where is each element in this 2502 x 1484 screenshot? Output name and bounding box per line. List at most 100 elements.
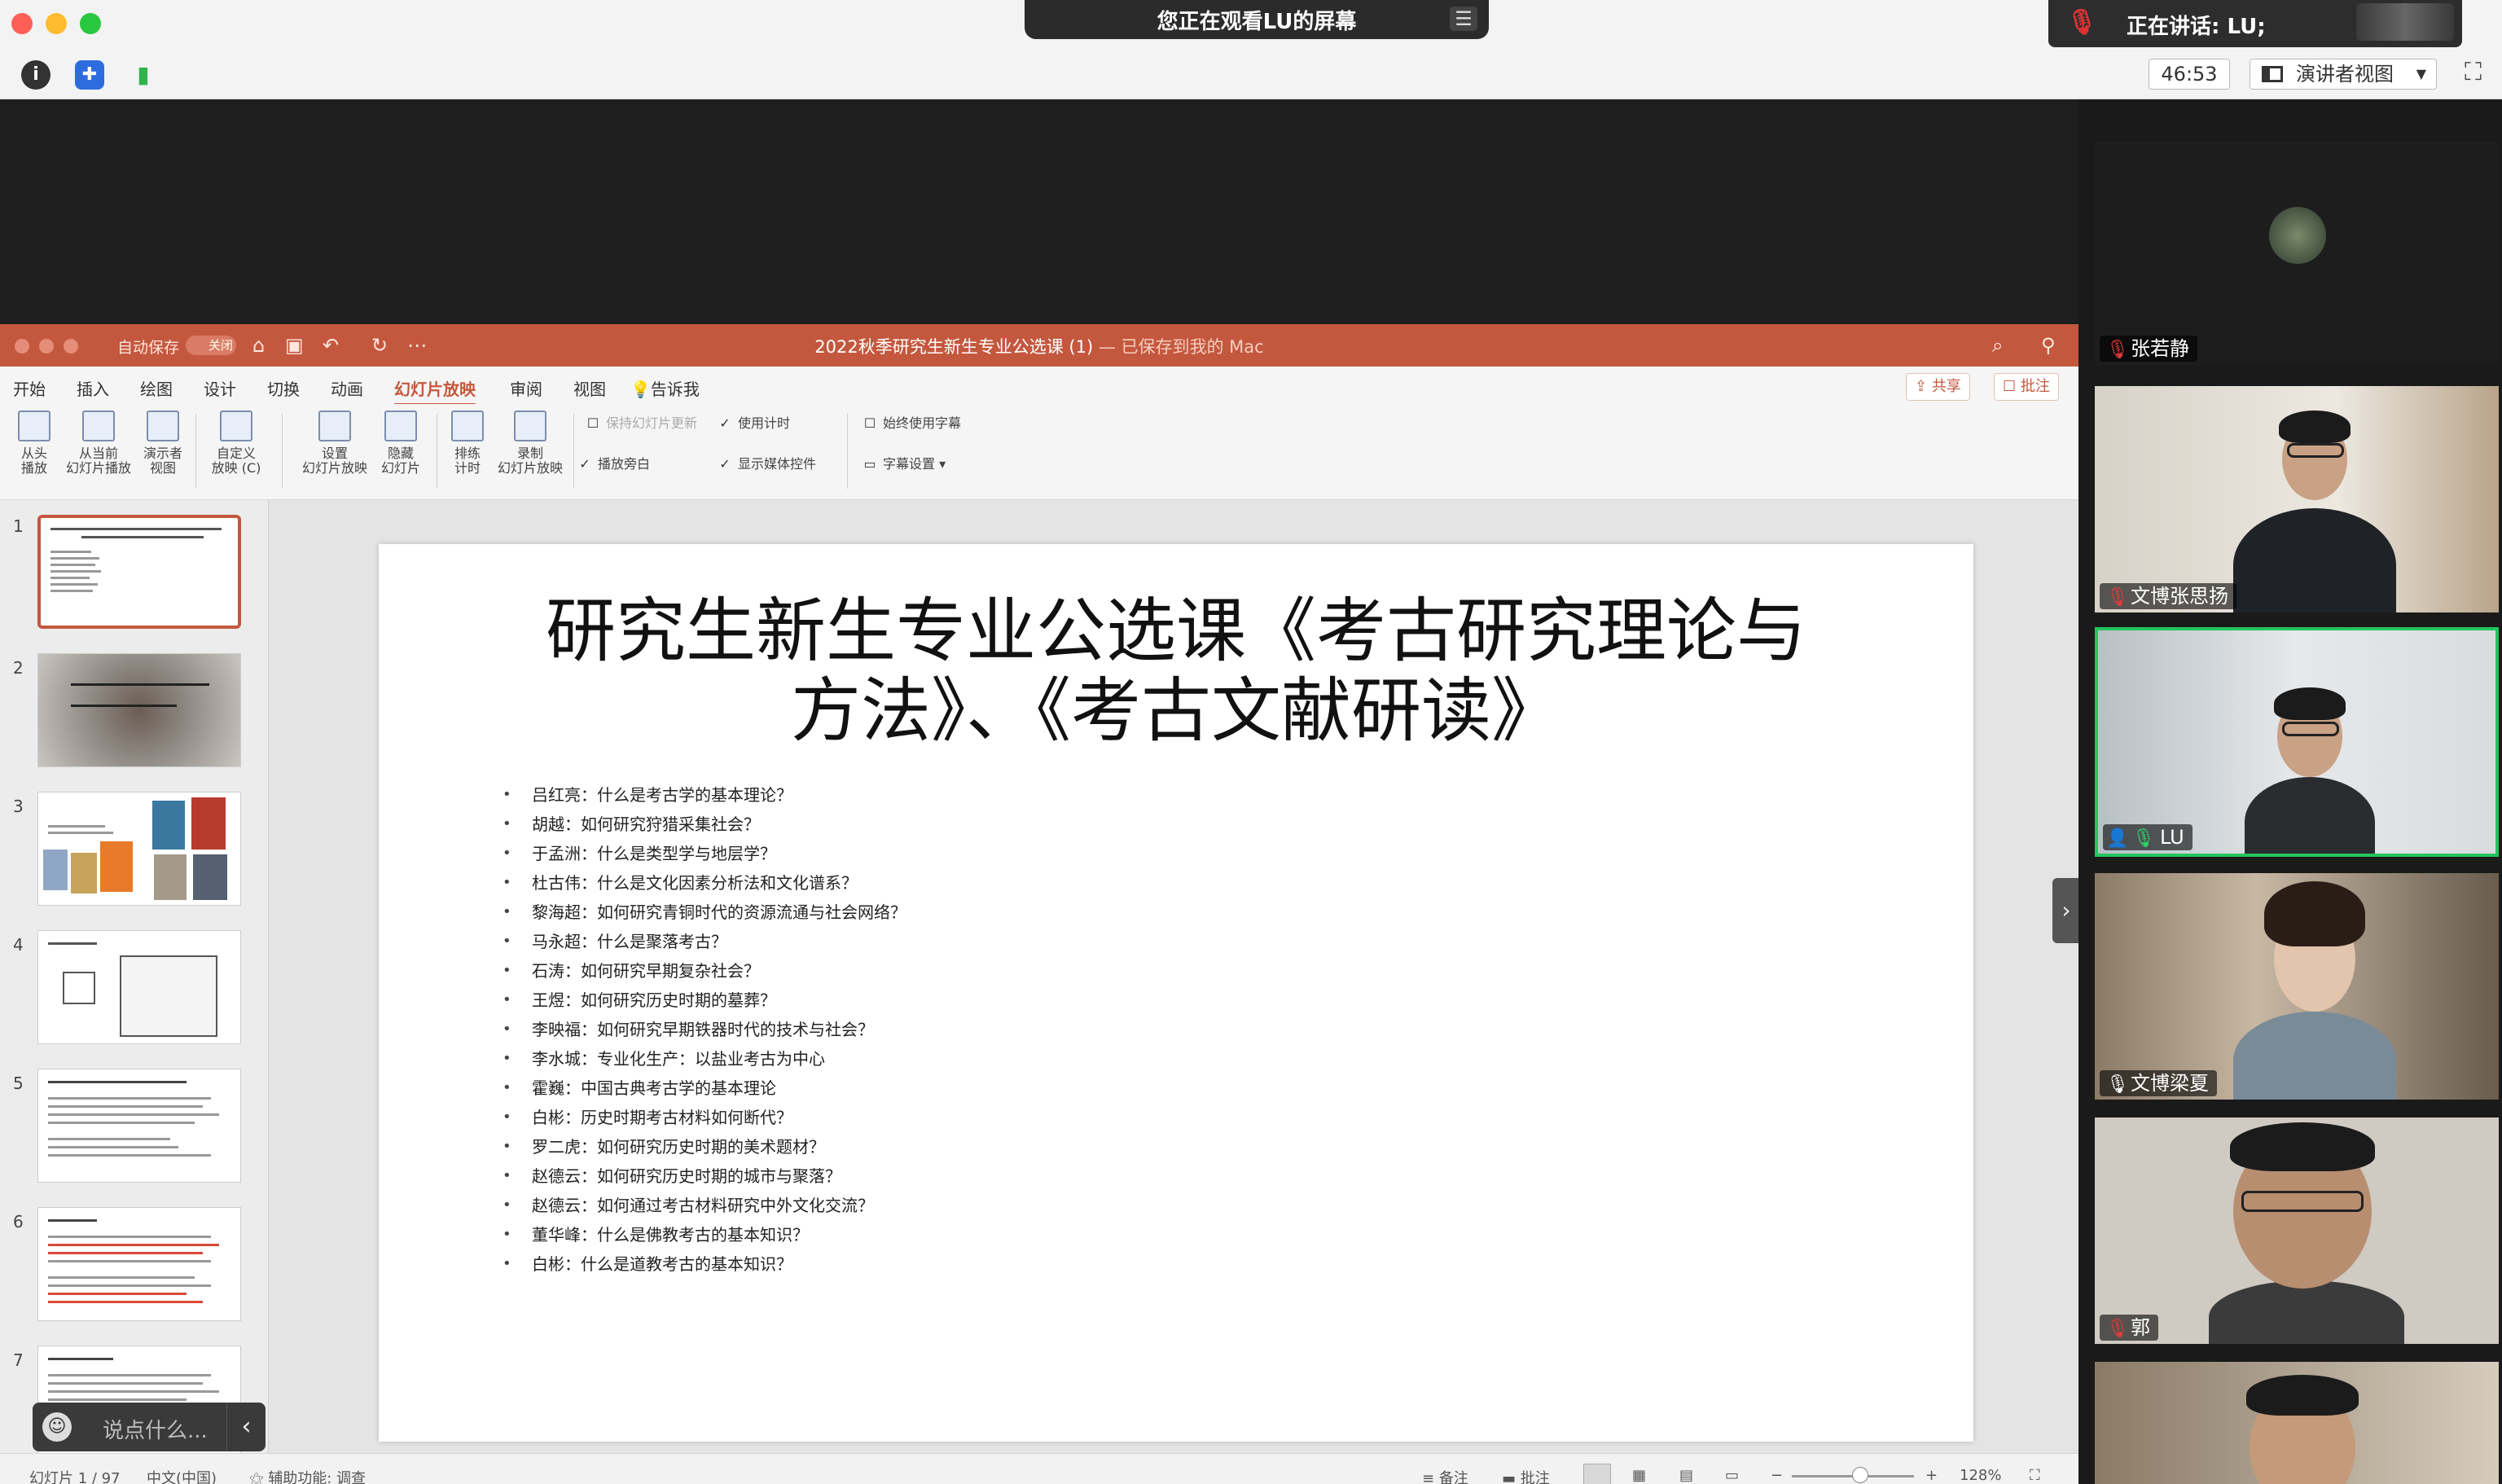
participant-tile[interactable]: 🎙 张若静 xyxy=(2095,142,2499,365)
participant-tile[interactable]: 🎙 郭 xyxy=(2095,1117,2499,1344)
zoom-slider-handle[interactable] xyxy=(1852,1467,1868,1483)
tab-transitions[interactable]: 切换 xyxy=(267,376,300,400)
tab-animations[interactable]: 动画 xyxy=(331,376,363,400)
video-glasses xyxy=(2241,1191,2364,1212)
keep-updated-checkbox[interactable]: ☐ 保持幻灯片更新 xyxy=(586,412,697,432)
tab-tell-me[interactable]: 💡告诉我 xyxy=(630,376,700,400)
comments-button[interactable]: ☐ 批注 xyxy=(1994,373,2059,401)
view-mode-dropdown[interactable]: 演讲者视图 ▼ xyxy=(2250,59,2437,90)
play-from-current-button[interactable]: 从当前 幻灯片播放 xyxy=(62,411,135,476)
list-item: 赵德云：如何通过考古材料研究中外文化交流？ xyxy=(503,1191,906,1220)
participant-tile[interactable]: 🎙 文博张思扬 xyxy=(2095,386,2499,612)
fullscreen-icon[interactable]: ⛶ xyxy=(2465,60,2491,86)
slide-sorter-icon[interactable]: ▦ xyxy=(1632,1467,1646,1484)
rehearse-label: 排练 计时 xyxy=(454,446,481,476)
use-timings-checkbox[interactable]: ✓ 使用计时 xyxy=(718,412,790,432)
participant-tile[interactable] xyxy=(2095,1362,2499,1484)
tab-home[interactable]: 开始 xyxy=(13,376,46,400)
slide-title[interactable]: 研究生新生专业公选课《考古研究理论与 方法》、《考古文献研读》 xyxy=(476,591,1876,751)
hide-slide-button[interactable]: 隐藏 幻灯片 xyxy=(375,411,427,476)
slide-thumbnail-5[interactable] xyxy=(37,1069,241,1183)
chat-placeholder: 说点什么... xyxy=(103,1419,208,1443)
list-item: 杜古伟：什么是文化因素分析法和文化谱系？ xyxy=(503,868,906,898)
normal-view-icon[interactable] xyxy=(1583,1464,1611,1484)
participant-tile[interactable]: 🎙 文博梁夏 xyxy=(2095,873,2499,1100)
maximize-window-button[interactable] xyxy=(80,13,101,34)
zoom-out-icon[interactable]: − xyxy=(1771,1467,1783,1484)
emoji-icon[interactable]: ☺ xyxy=(42,1412,72,1442)
zoom-in-icon[interactable]: + xyxy=(1925,1467,1938,1484)
course-topic-list[interactable]: 吕红亮：什么是考古学的基本理论？ 胡越：如何研究狩猎采集社会？ 于孟洲：什么是类… xyxy=(503,780,906,1279)
subtitle-settings-dropdown[interactable]: ▭ 字幕设置 ▾ xyxy=(863,453,946,472)
slide-thumbnail-3[interactable] xyxy=(37,792,241,906)
chevron-down-icon: ▼ xyxy=(2416,66,2426,81)
chevron-right-icon: › xyxy=(2061,897,2071,924)
ribbon-tabs: 开始 插入 绘图 设计 切换 动画 幻灯片放映 审阅 视图 💡告诉我 xyxy=(0,367,2078,406)
tab-insert[interactable]: 插入 xyxy=(77,376,109,400)
list-item: 于孟洲：什么是类型学与地层学？ xyxy=(503,839,906,868)
share-icon: ⇪ xyxy=(1915,378,1932,395)
slide-title-line: 研究生新生专业公选课《考古研究理论与 xyxy=(546,591,1806,672)
info-icon[interactable]: i xyxy=(21,60,50,90)
setup-show-button[interactable]: 设置 幻灯片放映 xyxy=(298,411,371,476)
shared-screen: 自动保存 关闭 ⌂ ▣ ↶ ↻ ⋯ 2022秋季研究生新生专业公选课 (1) —… xyxy=(0,99,2080,1484)
always-subtitles-checkbox[interactable]: ☐ 始终使用字幕 xyxy=(863,412,961,432)
chat-input[interactable]: ☺ 说点什么... ‹ xyxy=(33,1403,266,1451)
tab-design[interactable]: 设计 xyxy=(204,376,236,400)
slide-thumbnail-1[interactable] xyxy=(37,515,241,629)
share-button[interactable]: ⇪ 共享 xyxy=(1906,373,1970,401)
chevron-down-icon: ▾ xyxy=(939,456,946,472)
language-indicator[interactable]: 中文(中国) xyxy=(147,1467,217,1484)
custom-show-button[interactable]: 自定义 放映 (C) xyxy=(204,411,269,476)
tab-draw[interactable]: 绘图 xyxy=(140,376,173,400)
checkmark-icon: ✓ xyxy=(719,415,731,431)
zoom-level[interactable]: 128% xyxy=(1960,1467,2001,1484)
fit-slide-icon[interactable]: ⛶ xyxy=(2030,1467,2040,1484)
presenter-view-button[interactable]: 演示者 视图 xyxy=(137,411,189,476)
collapse-gallery-button[interactable]: › xyxy=(2052,878,2080,943)
record-show-button[interactable]: 录制 幻灯片放映 xyxy=(494,411,567,476)
chevron-left-icon[interactable]: ‹ xyxy=(226,1403,266,1451)
slide-thumbnail-6[interactable] xyxy=(37,1207,241,1321)
minimize-window-button[interactable] xyxy=(46,13,67,34)
checkmark-icon: ✓ xyxy=(719,455,731,472)
slide-thumbnail-2[interactable] xyxy=(37,653,241,767)
ribbon-separator xyxy=(195,414,196,489)
slide-thumbnail-pane[interactable]: 1 2 3 4 5 6 7 xyxy=(0,500,269,1453)
current-slide[interactable]: 研究生新生专业公选课《考古研究理论与 方法》、《考古文献研读》 吕红亮：什么是考… xyxy=(379,544,1973,1442)
muted-mic-icon: 🎙 xyxy=(2066,8,2098,37)
play-narration-label: 播放旁白 xyxy=(598,456,651,472)
tab-review[interactable]: 审阅 xyxy=(510,376,542,400)
share-options-icon[interactable]: ☰ xyxy=(1450,7,1477,31)
slide-thumbnail-4[interactable] xyxy=(37,930,241,1044)
accessibility-button[interactable]: ⚝ 辅助功能: 调查 xyxy=(249,1467,366,1484)
media-controls-checkbox[interactable]: ✓ 显示媒体控件 xyxy=(718,453,816,472)
rehearse-timings-button[interactable]: 排练 计时 xyxy=(445,411,490,476)
video-body xyxy=(2245,777,2375,854)
tab-slideshow[interactable]: 幻灯片放映 xyxy=(394,376,476,406)
security-shield-icon[interactable]: ✚ xyxy=(75,60,104,90)
speaking-text: 正在讲话: LU; xyxy=(2127,15,2266,39)
share-link-icon[interactable]: ⚲ xyxy=(2041,334,2056,357)
close-window-button[interactable] xyxy=(11,13,33,34)
lightbulb-icon: 💡 xyxy=(630,380,651,399)
search-icon[interactable]: ⌕ xyxy=(1992,334,2003,357)
play-from-start-button[interactable]: 从头 播放 xyxy=(10,411,59,476)
participant-name-label: 🎙 文博张思扬 xyxy=(2100,583,2236,609)
comment-icon: ☐ xyxy=(2003,378,2021,395)
participant-tile-active-speaker[interactable]: 👤 🎙 LU xyxy=(2095,627,2499,857)
slide-position: 幻灯片 1 / 97 xyxy=(29,1470,121,1484)
status-comments-button[interactable]: ▬ 批注 xyxy=(1502,1467,1550,1484)
accessibility-label: 辅助功能: 调查 xyxy=(268,1470,367,1484)
tab-view[interactable]: 视图 xyxy=(573,376,606,400)
speaking-indicator: 🎙 正在讲话: LU; xyxy=(2048,0,2462,47)
list-item: 霍巍：中国古典考古学的基本理论 xyxy=(503,1073,906,1103)
rehearse-timings-icon xyxy=(451,411,484,441)
avatar xyxy=(2269,207,2326,264)
powerpoint-window: 自动保存 关闭 ⌂ ▣ ↶ ↻ ⋯ 2022秋季研究生新生专业公选课 (1) —… xyxy=(0,324,2078,1484)
reading-view-icon[interactable]: ▤ xyxy=(1679,1467,1693,1484)
connection-signal-icon[interactable]: ▮ xyxy=(129,60,158,90)
play-narration-checkbox[interactable]: ✓ 播放旁白 xyxy=(578,453,650,472)
notes-button[interactable]: ≡ 备注 xyxy=(1422,1467,1468,1484)
slideshow-view-icon[interactable]: ▭ xyxy=(1725,1467,1739,1484)
